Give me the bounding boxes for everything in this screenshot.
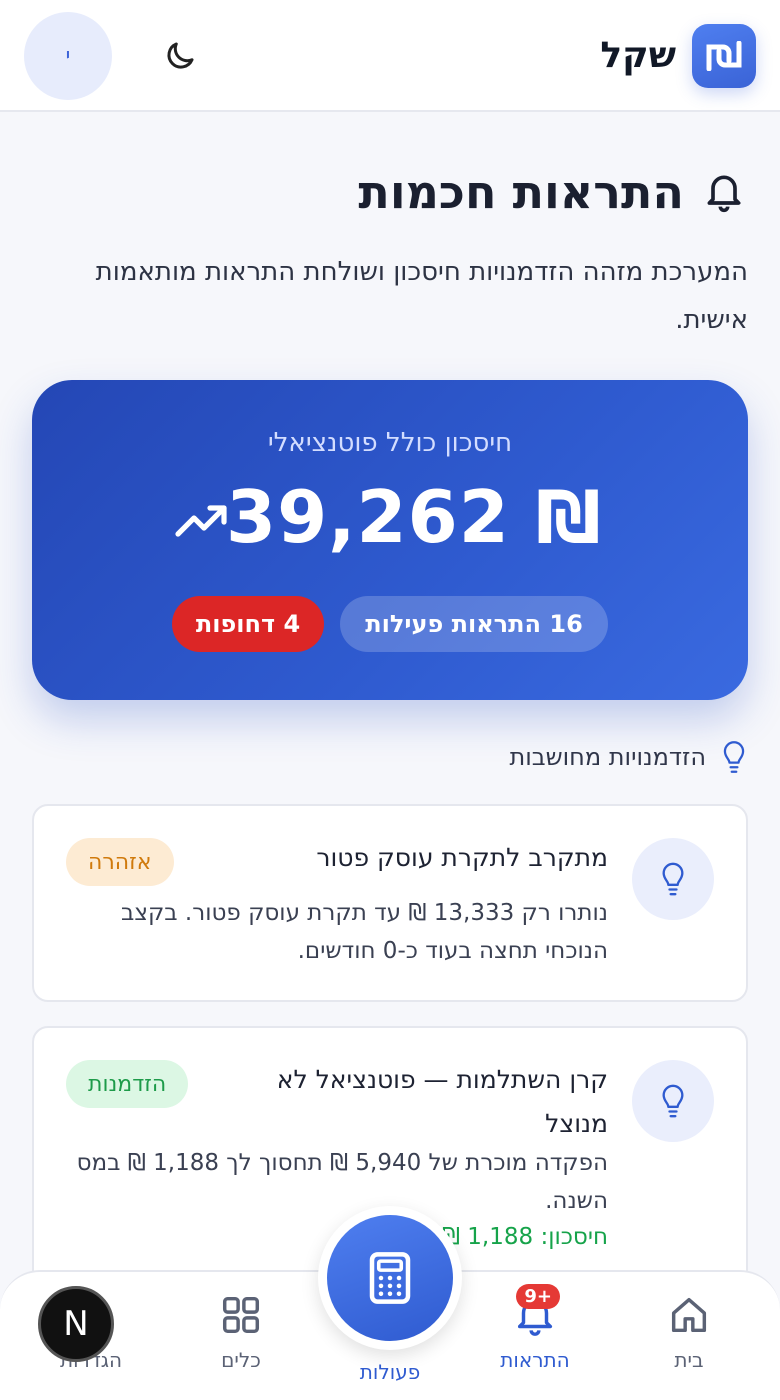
page-title: התראות חכמות <box>358 165 684 219</box>
lightbulb-icon <box>662 862 684 896</box>
alert-card[interactable]: מתקרב לתקרת עוסק פטור אזהרה נותרו רק 13,… <box>32 804 748 1002</box>
total-savings-amount: ₪ 39,262 <box>225 475 602 559</box>
grid-icon <box>222 1296 260 1334</box>
active-alerts-pill[interactable]: 16 התראות פעילות <box>340 596 608 652</box>
avatar-initial: י <box>65 43 71 69</box>
trending-up-icon <box>175 505 227 537</box>
section-title: הזדמנויות מחושבות <box>509 743 706 771</box>
alert-title: קרן השתלמות — פוטנציאל לא מנוצל <box>276 1065 608 1138</box>
total-savings-card: חיסכון כולל פוטנציאלי ₪ 39,262 16 התראות… <box>32 380 748 700</box>
nav-tools-label: כלים <box>221 1348 261 1372</box>
nav-tools[interactable]: כלים <box>186 1292 296 1372</box>
home-icon <box>671 1297 707 1333</box>
avatar[interactable]: י <box>24 12 112 100</box>
alerts-count-badge: +9 <box>516 1284 560 1309</box>
urgent-alerts-pill[interactable]: 4 דחופות <box>172 596 324 652</box>
calculator-icon <box>369 1252 411 1304</box>
nav-alerts[interactable]: +9 התראות <box>480 1284 590 1372</box>
nav-actions-label: פעולות <box>359 1360 421 1384</box>
alert-title: מתקרב לתקרת עוסק פטור <box>316 843 608 872</box>
lightbulb-icon <box>723 741 745 773</box>
dev-tools-avatar[interactable]: N <box>38 1286 114 1362</box>
moon-icon[interactable] <box>162 38 198 74</box>
actions-fab[interactable] <box>318 1206 462 1350</box>
alert-body: נותרו רק 13,333 ₪ עד תקרת עוסק פטור. בקצ… <box>121 900 608 964</box>
logo-badge[interactable] <box>692 24 756 88</box>
app-header: שקל י <box>0 0 780 112</box>
section-header: הזדמנויות מחושבות <box>509 740 748 774</box>
opportunity-badge: הזדמנות <box>66 1060 189 1108</box>
nav-alerts-label: התראות <box>500 1348 570 1372</box>
nav-home[interactable]: בית <box>634 1292 744 1372</box>
saving-amount: חיסכון: 1,188 ₪ <box>441 1224 608 1250</box>
bell-icon <box>707 175 741 213</box>
alert-body: הפקדה מוכרת של 5,940 ₪ תחסוך לך 1,188 ₪ … <box>76 1150 608 1214</box>
nav-home-label: בית <box>674 1348 704 1372</box>
logo-text: שקל <box>600 35 676 76</box>
page-subtitle: המערכת מזהה הזדמנויות חיסכון ושולחת התרא… <box>95 257 748 335</box>
card-icon <box>632 838 714 920</box>
actions-fab-inner <box>327 1215 453 1341</box>
lightbulb-icon <box>662 1084 684 1118</box>
card-icon <box>632 1060 714 1142</box>
shekel-icon <box>706 41 742 71</box>
total-savings-label: חיסכון כולל פוטנציאלי <box>267 428 513 458</box>
warning-badge: אזהרה <box>66 838 174 886</box>
